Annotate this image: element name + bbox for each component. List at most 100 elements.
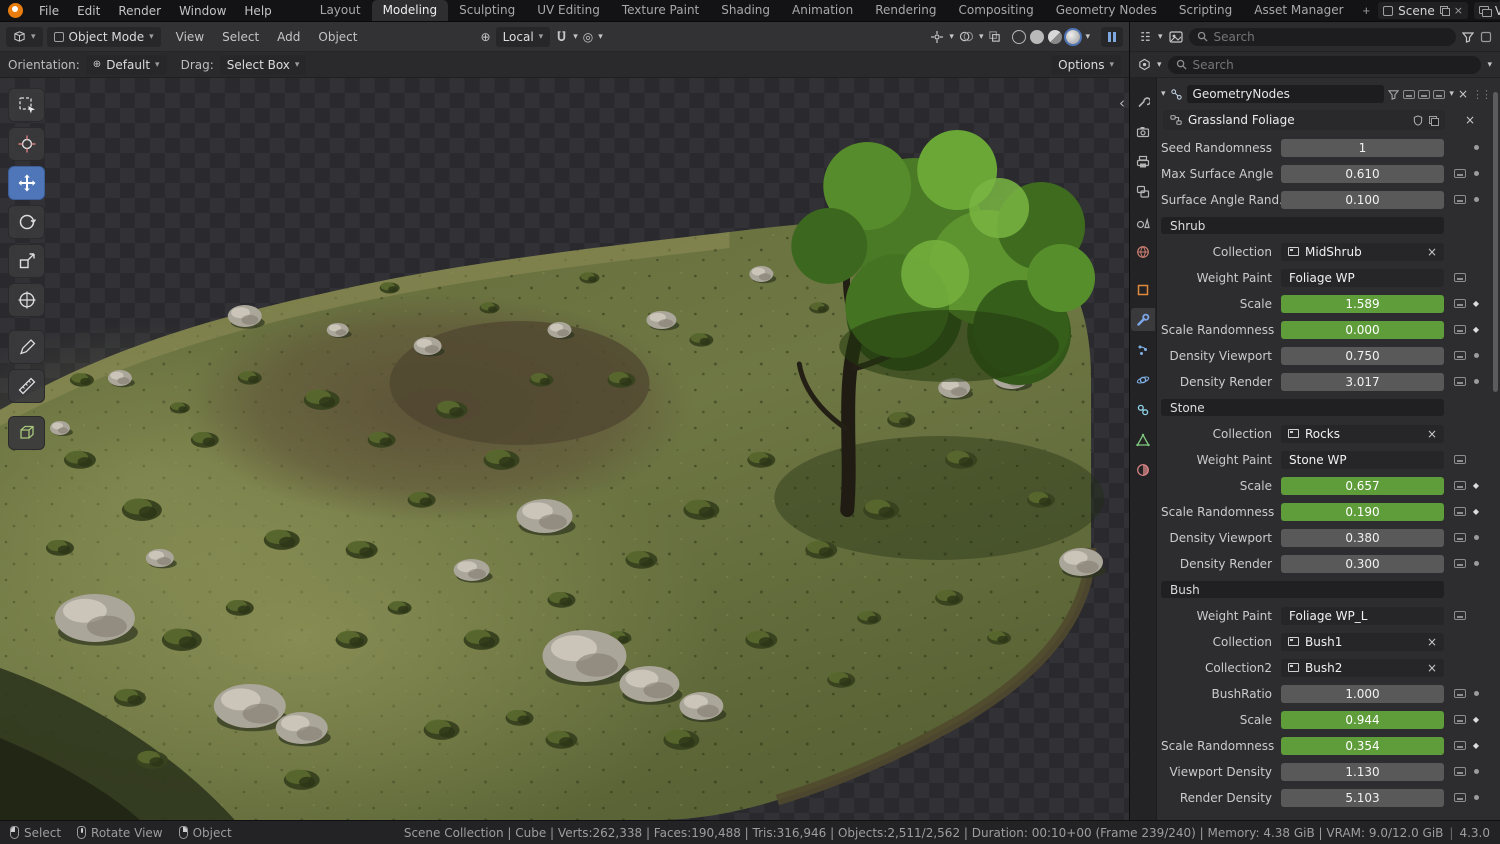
field-weight-paint[interactable]: Foliage WP [1281,269,1444,287]
orientation-default-dropdown[interactable]: ⊕ Default ▾ [86,55,167,75]
snap-magnet-icon[interactable] [555,30,568,43]
field-density-viewport[interactable]: 0.750 [1281,347,1444,365]
tab-animation[interactable]: Animation [781,0,864,21]
viewport-menu-object[interactable]: Object [309,22,366,51]
properties-tab-physics[interactable] [1131,368,1155,391]
display-mode-icon[interactable] [1169,31,1183,43]
menu-window[interactable]: Window [170,0,235,21]
field-collection[interactable]: Bush1× [1281,633,1444,651]
properties-tab-constraints[interactable] [1131,398,1155,421]
gizmo-caret-icon[interactable]: ▾ [949,32,954,42]
transform-tool[interactable] [8,283,45,317]
properties-tab-object[interactable] [1131,278,1155,301]
fake-user-shield-icon[interactable] [1413,115,1423,126]
keyframe-decorator-icon[interactable]: ◆ [1473,742,1479,750]
properties-filter-caret-icon[interactable]: ▾ [1487,60,1492,70]
properties-search-input[interactable] [1193,58,1474,72]
tab-geometry-nodes[interactable]: Geometry Nodes [1045,0,1168,21]
display-override-icon[interactable] [1454,715,1466,724]
node-group-copy-icon[interactable] [1429,116,1438,125]
properties-tab-output[interactable] [1131,150,1155,173]
node-group-selector[interactable]: Grassland Foliage [1163,110,1445,130]
modifier-name-field[interactable]: GeometryNodes [1187,85,1385,103]
properties-tab-render[interactable] [1131,120,1155,143]
cursor-tool[interactable] [8,127,45,161]
display-override-icon[interactable] [1454,507,1466,516]
modifier-filter-icon[interactable] [1388,89,1399,100]
field-scale-randomness[interactable]: 0.000 [1281,321,1444,339]
proportional-caret-icon[interactable]: ▾ [598,32,603,42]
display-override-icon[interactable] [1454,793,1466,802]
keyframe-decorator-icon[interactable]: ◆ [1473,482,1479,490]
field-density-viewport[interactable]: 0.380 [1281,529,1444,547]
collection-unlink-icon[interactable]: × [1427,427,1437,441]
pause-button[interactable] [1101,27,1123,47]
viewport-menu-select[interactable]: Select [213,22,268,51]
tab-sculpting[interactable]: Sculpting [448,0,526,21]
display-override-icon[interactable] [1454,273,1466,282]
properties-tab-tool[interactable] [1131,90,1155,113]
display-override-icon[interactable] [1454,377,1466,386]
properties-tab-particles[interactable] [1131,338,1155,361]
options-dropdown[interactable]: Options ▾ [1051,55,1121,75]
menu-edit[interactable]: Edit [68,0,109,21]
display-override-icon[interactable] [1454,741,1466,750]
display-override-icon[interactable] [1454,533,1466,542]
outliner-editor-type-icon[interactable] [1138,30,1152,43]
properties-scrollbar[interactable] [1493,92,1498,392]
field-collection[interactable]: Rocks× [1281,425,1444,443]
animate-decorator-icon[interactable] [1474,561,1479,566]
properties-tab-scene[interactable] [1131,210,1155,233]
properties-tab-modifiers[interactable] [1131,308,1155,331]
field-render-density[interactable]: 5.103 [1281,789,1444,807]
field-density-render[interactable]: 0.300 [1281,555,1444,573]
display-override-icon[interactable] [1454,767,1466,776]
modifier-extras-caret-icon[interactable]: ▾ [1449,89,1454,99]
blender-logo-icon[interactable] [8,3,23,18]
tab-compositing[interactable]: Compositing [947,0,1044,21]
display-override-icon[interactable] [1454,299,1466,308]
display-override-icon[interactable] [1454,481,1466,490]
properties-search[interactable] [1168,56,1482,74]
viewport-menu-add[interactable]: Add [268,22,309,51]
field-seed-randomness[interactable]: 1 [1281,139,1444,157]
display-override-icon[interactable] [1454,611,1466,620]
annotate-tool[interactable] [8,330,45,364]
collection-unlink-icon[interactable]: × [1427,245,1437,259]
display-realtime-icon[interactable] [1418,90,1430,99]
display-override-icon[interactable] [1454,195,1466,204]
shading-wireframe-icon[interactable] [1012,30,1026,44]
animate-decorator-icon[interactable] [1474,535,1479,540]
display-override-icon[interactable] [1454,689,1466,698]
properties-tab-material[interactable] [1131,458,1155,481]
modifier-panel-header[interactable]: ▾ GeometryNodes [1161,83,1490,105]
shading-material-icon[interactable] [1048,30,1062,44]
scene-unlink-icon[interactable]: × [1454,4,1463,17]
keyframe-decorator-icon[interactable]: ◆ [1473,326,1479,334]
display-render-icon[interactable] [1433,90,1445,99]
properties-editor-type-icon[interactable] [1138,58,1151,71]
display-override-icon[interactable] [1454,455,1466,464]
collection-unlink-icon[interactable]: × [1427,661,1437,675]
tab-texture-paint[interactable]: Texture Paint [611,0,710,21]
add-cube-tool[interactable] [8,416,45,450]
select-box-tool[interactable] [8,88,45,122]
node-group-unlink-icon[interactable]: × [1450,113,1490,127]
properties-tab-view-layer[interactable] [1131,180,1155,203]
keyframe-decorator-icon[interactable]: ◆ [1473,716,1479,724]
scene-selector[interactable]: Scene × [1378,2,1468,19]
modifier-drag-handle-icon[interactable]: ⋮⋮ [1472,88,1490,101]
properties-editor-caret-icon[interactable]: ▾ [1157,60,1162,70]
display-override-icon[interactable] [1454,325,1466,334]
animate-decorator-icon[interactable] [1474,197,1479,202]
transform-pivot-icon[interactable]: ⊕ [481,30,491,44]
display-override-icon[interactable] [1454,351,1466,360]
scene-copy-icon[interactable] [1440,6,1449,15]
collection-unlink-icon[interactable]: × [1427,635,1437,649]
mode-dropdown[interactable]: Object Mode ▾ [47,27,161,47]
viewlayer-selector[interactable]: ViewLayer × [1474,2,1500,19]
display-override-icon[interactable] [1454,169,1466,178]
shading-rendered-icon[interactable] [1066,30,1080,44]
field-scale-randomness[interactable]: 0.190 [1281,503,1444,521]
display-override-icon[interactable] [1454,559,1466,568]
